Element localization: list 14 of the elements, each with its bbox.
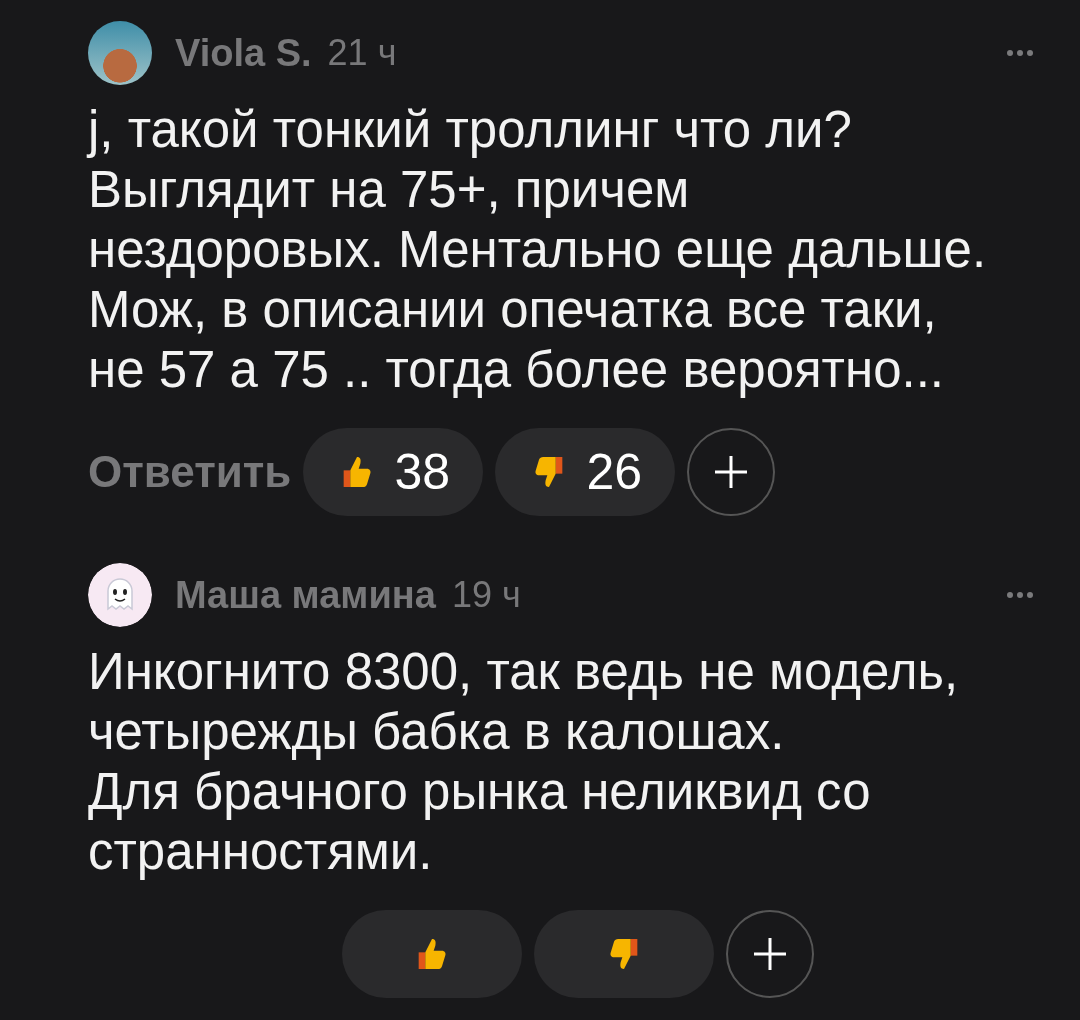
comment-time: 21 ч xyxy=(327,32,397,74)
author-name[interactable]: Viola S. xyxy=(175,31,312,75)
more-icon[interactable] xyxy=(1007,592,1033,598)
add-reaction-button[interactable] xyxy=(687,428,776,516)
reaction-button[interactable]: 26 xyxy=(495,428,676,516)
ghost-avatar-icon xyxy=(88,563,152,627)
comment-time: 19 ч xyxy=(451,574,521,616)
author-name[interactable]: Маша мамина xyxy=(175,573,436,617)
reply-link[interactable]: Ответить xyxy=(88,447,292,497)
more-icon[interactable] xyxy=(1007,50,1033,56)
comment-text: Инкогнито 8300, так ведь не модель, четырежды бабка в калошах. Для брачного рынка неликвид со странностями. xyxy=(88,642,960,882)
comment-text: j, такой тонкий троллинг что ли? Выглядит на 75+, причем нездоровых. Ментально еще дальше. Мож, в описании опечатка все таки, не 57 а 75 .. тогда более вероятно... xyxy=(88,100,988,400)
reaction-button[interactable]: 38 xyxy=(303,428,484,516)
add-reaction-button[interactable] xyxy=(726,910,814,998)
